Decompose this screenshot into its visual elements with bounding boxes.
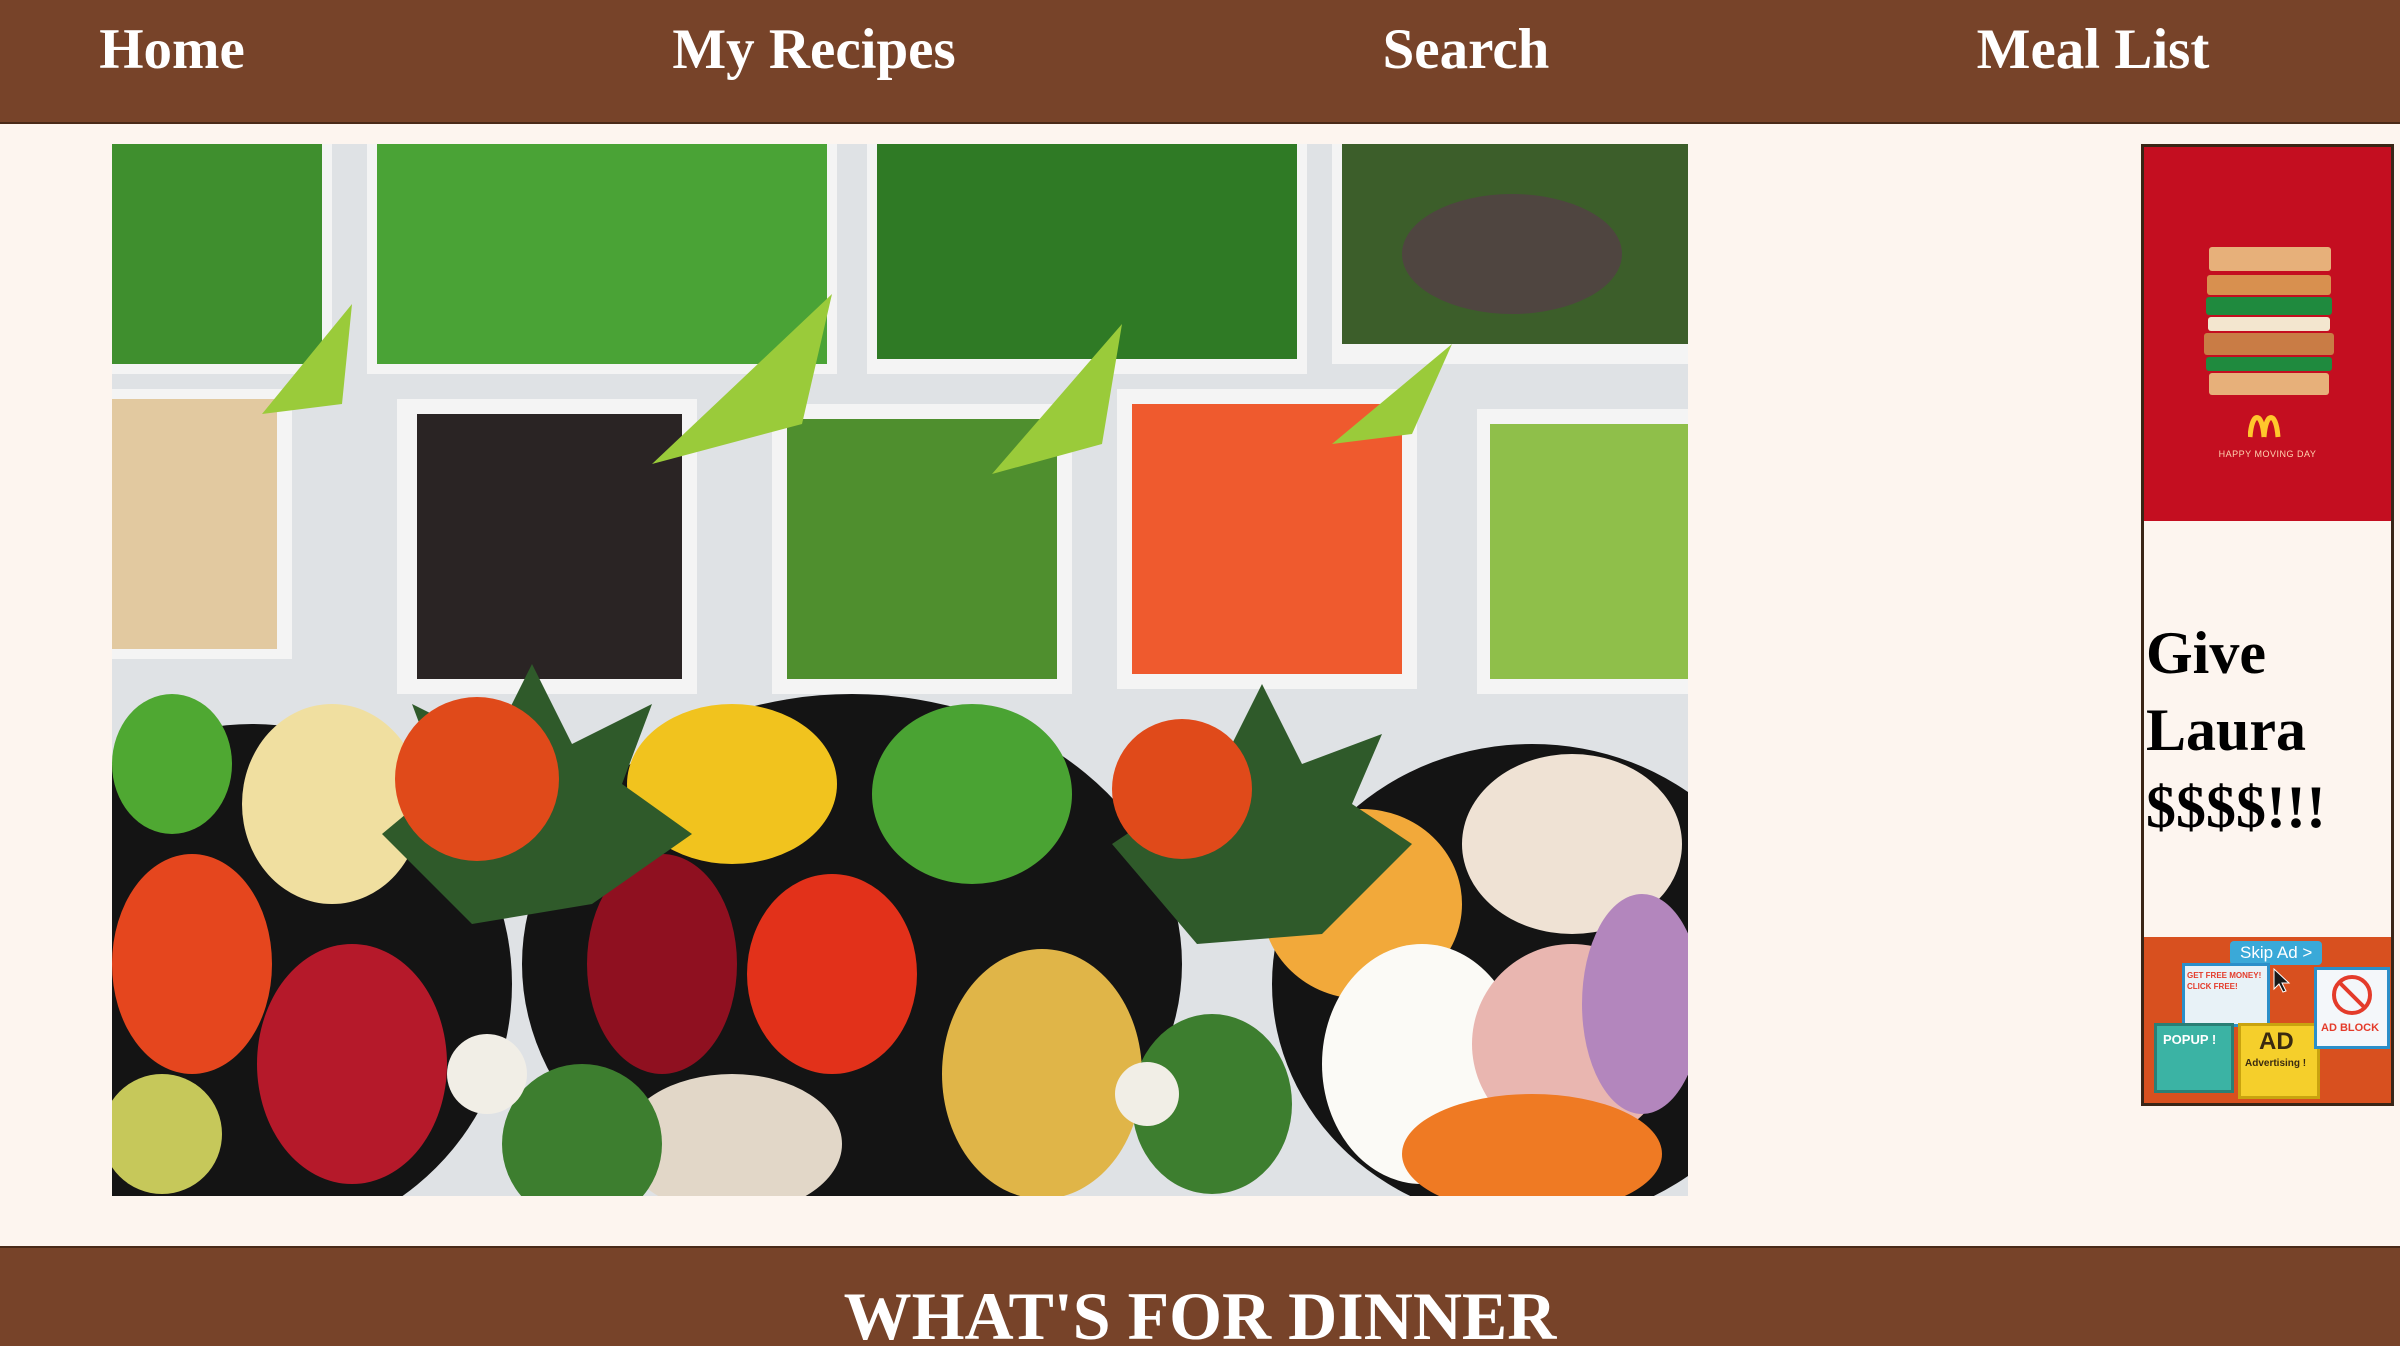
cursor-arrow-icon	[2273, 967, 2291, 993]
nav-link-my-recipes[interactable]: My Recipes	[672, 0, 955, 100]
no-ads-icon	[2332, 975, 2372, 1015]
nav-link-home[interactable]: Home	[99, 0, 245, 100]
ad-message: Give Laura $$$$!!!	[2146, 615, 2386, 846]
ad-message-line: Laura	[2146, 697, 2307, 763]
advertisement-banner[interactable]: HAPPY MOVING DAY Give Laura $$$$!!! Skip…	[2141, 144, 2394, 1106]
adblock-window: AD BLOCK	[2314, 967, 2390, 1049]
ad-window: AD Advertising !	[2238, 1023, 2320, 1099]
ad-label: AD	[2259, 1028, 2294, 1055]
ad-message-line: $$$$!!!	[2146, 774, 2326, 840]
ad-mcdonalds-panel: HAPPY MOVING DAY	[2144, 147, 2391, 521]
popup-window: POPUP !	[2154, 1023, 2234, 1093]
top-navigation-bar: Home My Recipes Search Meal List	[0, 0, 2400, 124]
hero-salad-image	[112, 144, 1688, 1196]
ad-popup-panel: Skip Ad > GET FREE MONEY! CLICK FREE! PO…	[2144, 937, 2391, 1103]
popup-label: POPUP !	[2163, 1032, 2217, 1047]
free-money-window: GET FREE MONEY! CLICK FREE!	[2182, 963, 2270, 1027]
ad-message-line: Give	[2146, 620, 2266, 686]
adblock-label: AD BLOCK	[2321, 1022, 2380, 1034]
mcdonalds-logo-icon	[2248, 415, 2281, 438]
salad-bar-illustration	[112, 144, 1688, 1196]
footer-bar: WHAT'S FOR DINNER	[0, 1246, 2400, 1346]
footer-title: WHAT'S FOR DINNER	[843, 1278, 1557, 1346]
ad-tagline: HAPPY MOVING DAY	[2218, 449, 2317, 459]
free-money-label: GET FREE MONEY! CLICK FREE!	[2187, 971, 2262, 991]
skip-ad-button[interactable]: Skip Ad >	[2230, 941, 2323, 965]
nav-link-search[interactable]: Search	[1383, 0, 1550, 100]
advertising-label: Advertising !	[2245, 1058, 2307, 1069]
nav-link-meal-list[interactable]: Meal List	[1977, 0, 2210, 100]
burger-stack-icon	[2204, 247, 2334, 395]
